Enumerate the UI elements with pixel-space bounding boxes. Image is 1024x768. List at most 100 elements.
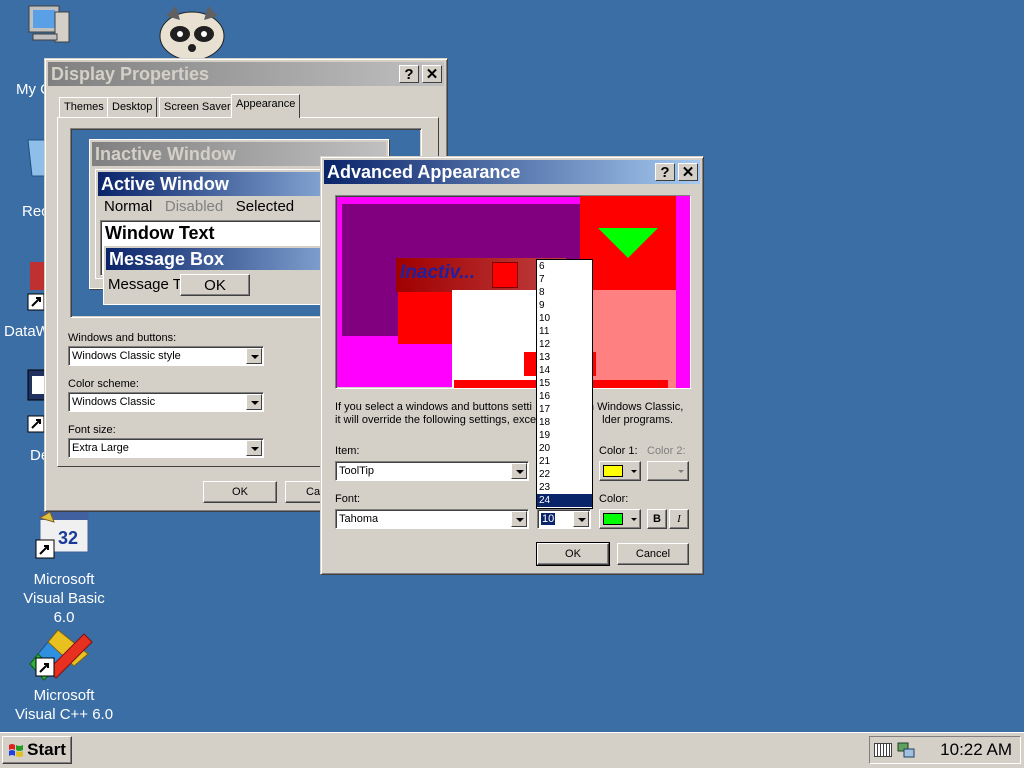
window-title: Display Properties (51, 63, 210, 84)
tab-appearance[interactable]: Appearance (231, 94, 301, 118)
font-size-option[interactable]: 13 (537, 351, 592, 364)
raccoon-icon (159, 6, 225, 61)
network-icon[interactable] (896, 741, 916, 759)
desktop-icon-my-computer[interactable]: My C (4, 2, 94, 98)
italic-button[interactable]: I (669, 509, 689, 529)
taskbar: Start 10:22 AM (0, 732, 1024, 768)
font-size-dropdown-list[interactable]: 6 7 8 9 10 11 12 13 14 15 16 17 18 19 20 21 22 23 24 (536, 259, 593, 509)
start-button[interactable]: Start (2, 736, 72, 764)
color1-swatch (603, 465, 623, 477)
item-select[interactable]: ToolTip (335, 461, 529, 481)
chevron-down-icon (573, 511, 589, 527)
windows-buttons-select[interactable]: Windows Classic style (68, 346, 264, 366)
font-size-option[interactable]: 11 (537, 325, 592, 338)
windows-logo-icon (9, 744, 24, 757)
advanced-appearance-window: Advanced Appearance ? ✕ Inactiv... If yo… (320, 156, 704, 575)
tab-themes[interactable]: Themes (59, 97, 109, 117)
close-button[interactable]: ✕ (678, 163, 698, 181)
vb6-icon: 32 (28, 508, 98, 566)
color1-label: Color 1: (599, 445, 638, 457)
display-properties-titlebar[interactable]: Display Properties (48, 62, 444, 86)
font-size-option[interactable]: 15 (537, 377, 592, 390)
chevron-down-icon (246, 394, 262, 410)
info-text: If you select a windows and buttons sett… (335, 401, 684, 426)
font-size-option[interactable]: 18 (537, 416, 592, 429)
chevron-down-icon (631, 469, 637, 473)
preview-red-block-2 (398, 292, 454, 344)
color-scheme-label: Color scheme: (68, 378, 139, 390)
desktop-icon-label: Microsoft Visual Basic 6.0 (23, 571, 105, 626)
desktop-icon-raccoon[interactable] (156, 4, 226, 62)
desktop-icon-vc6[interactable]: Microsoft Visual C++ 6.0 (8, 624, 120, 724)
color1-picker[interactable] (599, 461, 641, 481)
font-color-swatch (603, 513, 623, 525)
font-size-option[interactable]: 8 (537, 286, 592, 299)
chevron-down-icon (511, 511, 527, 527)
preview-ok-button: OK (180, 274, 250, 296)
ok-button[interactable]: OK (203, 481, 277, 503)
color2-label: Color 2: (647, 445, 686, 457)
font-size-option[interactable]: 24 (537, 494, 592, 507)
preview-min-button (492, 262, 518, 288)
system-tray: 10:22 AM (869, 736, 1021, 764)
font-size-option[interactable]: 10 (537, 312, 592, 325)
font-size-option[interactable]: 12 (537, 338, 592, 351)
preview-purple-edge (676, 196, 690, 388)
font-size-option[interactable]: 20 (537, 442, 592, 455)
ok-button[interactable]: OK (536, 542, 610, 566)
tab-screen-saver[interactable]: Screen Saver (159, 97, 236, 117)
font-color-picker[interactable] (599, 509, 641, 529)
font-size-option[interactable]: 17 (537, 403, 592, 416)
font-size-option[interactable]: 14 (537, 364, 592, 377)
font-size-value: 10 (541, 513, 556, 525)
color2-picker (647, 461, 689, 481)
cancel-button[interactable]: Cancel (617, 543, 689, 565)
close-button[interactable]: ✕ (422, 65, 442, 83)
preview-pink-block (582, 290, 676, 388)
help-button[interactable]: ? (399, 65, 419, 83)
font-select[interactable]: Tahoma (335, 509, 529, 529)
font-size-option[interactable]: 23 (537, 481, 592, 494)
advanced-preview[interactable]: Inactiv... (335, 195, 691, 389)
tab-desktop[interactable]: Desktop (107, 97, 158, 117)
preview-msgbox-text: Message T (108, 276, 182, 293)
bold-button[interactable]: B (647, 509, 667, 529)
chevron-down-icon (631, 517, 637, 521)
chevron-down-icon (246, 440, 262, 456)
desktop-icon-label: Microsoft Visual C++ 6.0 (14, 687, 114, 723)
vc6-icon (28, 624, 98, 682)
font-size-option[interactable]: 6 (537, 260, 592, 273)
font-label: Font: (335, 493, 361, 505)
font-size-option[interactable]: 7 (537, 273, 592, 286)
chevron-down-icon (511, 463, 527, 479)
close-icon: ✕ (681, 164, 695, 181)
advanced-appearance-titlebar[interactable]: Advanced Appearance (324, 160, 700, 184)
chevron-down-icon (246, 348, 262, 364)
svg-text:32: 32 (58, 528, 78, 548)
arrow-down-icon (598, 228, 658, 258)
font-size-label: Font size: (68, 424, 116, 436)
preview-msgbox-title: Message Box (109, 249, 225, 269)
desktop-icon-vb6[interactable]: 32 Microsoft Visual Basic 6.0 (8, 508, 120, 627)
my-computer-icon (25, 2, 73, 50)
close-icon: ✕ (425, 66, 439, 83)
keyboard-icon[interactable] (874, 743, 892, 757)
font-size-option[interactable]: 22 (537, 468, 592, 481)
item-label: Item: (335, 445, 360, 457)
help-button[interactable]: ? (655, 163, 675, 181)
font-size-select[interactable]: 10 (537, 509, 591, 529)
preview-menu: Normal Disabled Selected (104, 198, 295, 215)
font-size-select[interactable]: Extra Large (68, 438, 264, 458)
font-size-option[interactable]: 21 (537, 455, 592, 468)
font-size-option[interactable]: 9 (537, 299, 592, 312)
window-title: Advanced Appearance (327, 161, 521, 182)
font-size-option[interactable]: 19 (537, 429, 592, 442)
font-size-option[interactable]: 16 (537, 390, 592, 403)
chevron-down-icon (678, 469, 684, 473)
color-label: Color: (599, 493, 629, 505)
color-scheme-select[interactable]: Windows Classic (68, 392, 264, 412)
windows-buttons-label: Windows and buttons: (68, 332, 177, 344)
start-label: Start (27, 740, 66, 759)
clock[interactable]: 10:22 AM (940, 740, 1012, 760)
desktop-icon-label: DataW (4, 323, 50, 340)
